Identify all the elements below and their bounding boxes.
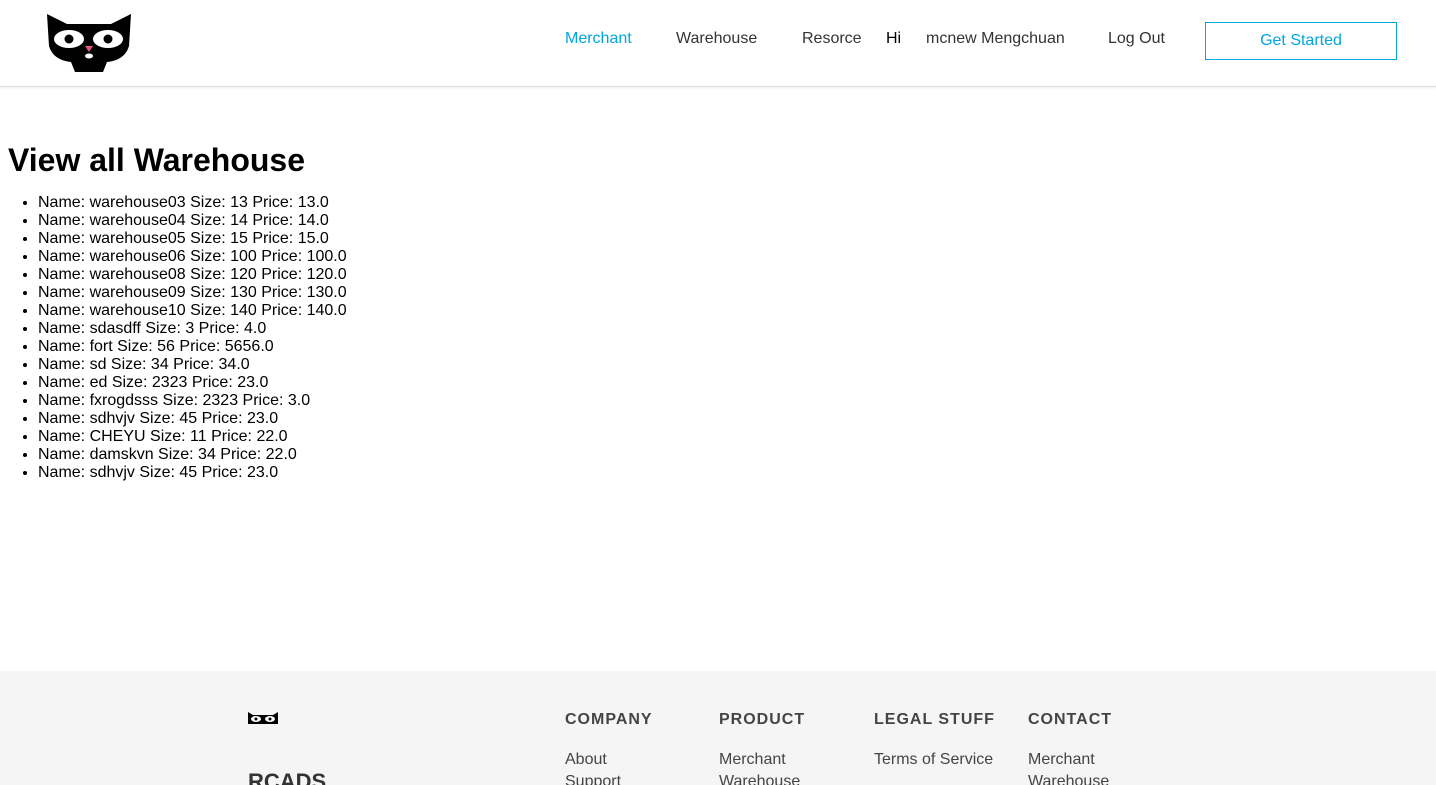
- list-item: Name: sd Size: 34 Price: 34.0: [38, 356, 347, 374]
- top-navbar: Merchant Warehouse Resorce Hi mcnew Meng…: [0, 0, 1436, 87]
- nav-resource-link[interactable]: Resorce: [802, 30, 862, 48]
- list-item: Name: sdhvjv Size: 45 Price: 23.0: [38, 410, 347, 428]
- list-item: Name: warehouse05 Size: 15 Price: 15.0: [38, 230, 347, 248]
- footer-heading-product: PRODUCT: [719, 711, 806, 728]
- footer-column-legal: LEGAL STUFF Terms of Service: [874, 711, 995, 771]
- nav-merchant-link[interactable]: Merchant: [565, 30, 632, 48]
- list-item: Name: fort Size: 56 Price: 5656.0: [38, 338, 347, 356]
- logout-link[interactable]: Log Out: [1108, 30, 1165, 48]
- footer-link-terms[interactable]: Terms of Service: [874, 749, 995, 771]
- footer-link-warehouse[interactable]: Warehouse: [719, 771, 805, 785]
- list-item: Name: sdhvjv Size: 45 Price: 23.0: [38, 464, 347, 482]
- list-item: Name: warehouse04 Size: 14 Price: 14.0: [38, 212, 347, 230]
- footer-column-product: PRODUCT Merchant Warehouse: [719, 711, 805, 785]
- footer-heading-company: COMPANY: [565, 711, 653, 728]
- footer-link-contact-warehouse[interactable]: Warehouse: [1028, 771, 1112, 785]
- footer-link-contact-merchant[interactable]: Merchant: [1028, 749, 1112, 771]
- warehouse-list: Name: warehouse03 Size: 13 Price: 13.0 N…: [0, 194, 347, 482]
- list-item: Name: warehouse06 Size: 100 Price: 100.0: [38, 248, 347, 266]
- greeting-text: Hi: [886, 30, 902, 47]
- footer-heading-contact: CONTACT: [1028, 711, 1113, 728]
- footer-column-company: COMPANY About Support: [565, 711, 653, 785]
- list-item: Name: sdasdff Size: 3 Price: 4.0: [38, 320, 347, 338]
- list-item: Name: fxrogdsss Size: 2323 Price: 3.0: [38, 392, 347, 410]
- page-title: View all Warehouse: [8, 142, 305, 178]
- footer-link-about[interactable]: About: [565, 749, 653, 771]
- footer-link-merchant[interactable]: Merchant: [719, 749, 805, 771]
- nav-warehouse-link[interactable]: Warehouse: [676, 30, 757, 48]
- footer-link-support[interactable]: Support: [565, 771, 653, 785]
- cat-face-logo-icon[interactable]: [45, 12, 133, 74]
- list-item: Name: warehouse10 Size: 140 Price: 140.0: [38, 302, 347, 320]
- footer-column-contact: CONTACT Merchant Warehouse: [1028, 711, 1112, 785]
- list-item: Name: warehouse09 Size: 130 Price: 130.0: [38, 284, 347, 302]
- list-item: Name: warehouse08 Size: 120 Price: 120.0: [38, 266, 347, 284]
- footer: RCADS COMPANY About Support PRODUCT Merc…: [0, 671, 1436, 785]
- cat-eyes-logo-icon: [248, 712, 278, 724]
- footer-brand-name: RCADS: [248, 769, 327, 785]
- list-item: Name: CHEYU Size: 11 Price: 22.0: [38, 428, 347, 446]
- username-text: mcnew Mengchuan: [926, 30, 1065, 47]
- get-started-button[interactable]: Get Started: [1205, 22, 1397, 60]
- list-item: Name: warehouse03 Size: 13 Price: 13.0: [38, 194, 347, 212]
- list-item: Name: damskvn Size: 34 Price: 22.0: [38, 446, 347, 464]
- list-item: Name: ed Size: 2323 Price: 23.0: [38, 374, 347, 392]
- footer-heading-legal: LEGAL STUFF: [874, 711, 995, 728]
